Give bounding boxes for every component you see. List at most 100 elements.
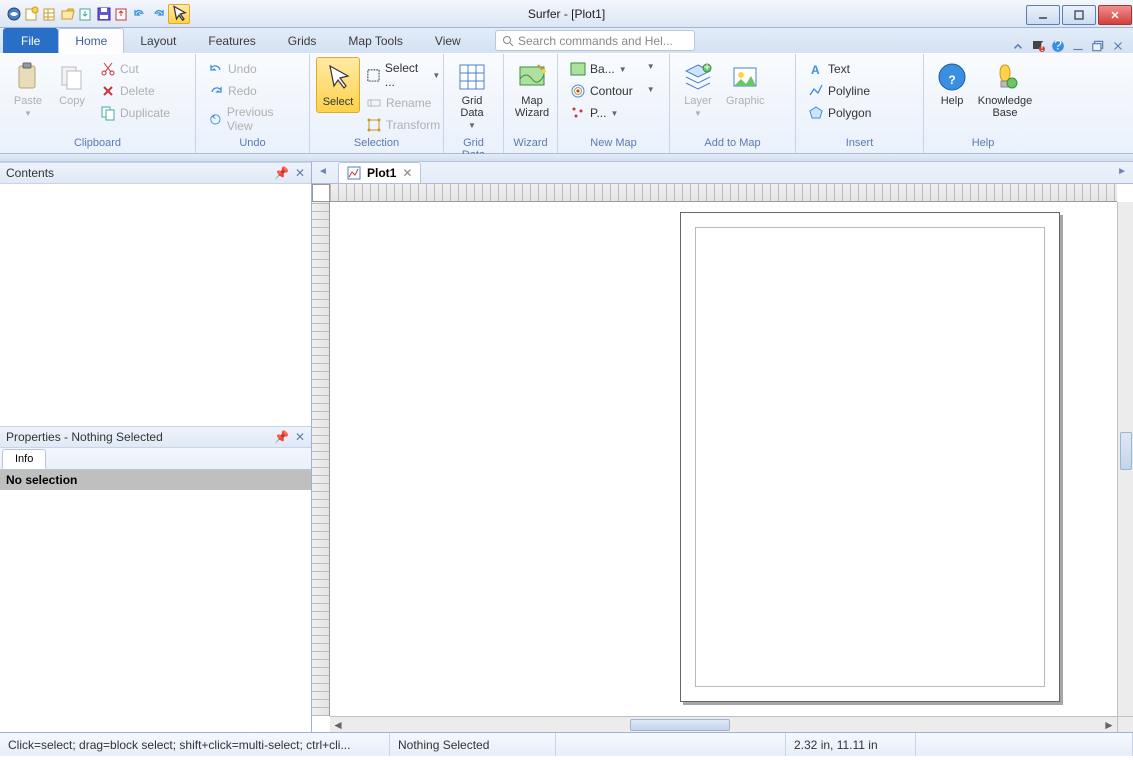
post-button[interactable]: P... ▼ <box>566 103 637 123</box>
vertical-ruler <box>312 202 330 716</box>
svg-text:!: ! <box>1040 40 1043 54</box>
search-input[interactable]: Search commands and Hel... <box>495 30 695 51</box>
window-controls <box>1024 3 1133 25</box>
contents-title: Contents <box>6 166 54 180</box>
tab-nav-left-icon[interactable]: ◄ <box>318 166 328 177</box>
help-button[interactable]: ? Help <box>930 57 974 111</box>
minimize-button[interactable] <box>1026 5 1060 25</box>
plot-canvas[interactable] <box>330 202 1117 716</box>
knowledge-base-button[interactable]: Knowledge Base <box>974 57 1036 123</box>
select-tool-icon[interactable] <box>168 4 190 24</box>
previous-view-button[interactable]: Previous View <box>204 103 301 135</box>
mdi-restore-icon[interactable] <box>1091 39 1105 53</box>
tab-grids[interactable]: Grids <box>272 28 333 53</box>
collapse-ribbon-icon[interactable] <box>1011 39 1025 53</box>
status-end <box>916 733 1133 756</box>
redo-arrow-icon <box>208 83 224 99</box>
help-big-icon: ? <box>936 61 968 93</box>
import-icon[interactable] <box>78 6 94 22</box>
new-worksheet-icon[interactable] <box>42 6 58 22</box>
transform-icon <box>366 117 382 133</box>
close-panel-icon[interactable]: ✕ <box>295 430 305 444</box>
map-wizard-icon <box>516 61 548 93</box>
close-panel-icon[interactable]: ✕ <box>295 166 305 180</box>
undo-button[interactable]: Undo <box>204 59 301 79</box>
polygon-button[interactable]: Polygon <box>804 103 875 123</box>
properties-title: Properties - Nothing Selected <box>6 430 163 444</box>
export-icon[interactable] <box>114 6 130 22</box>
group-label-add-to-map: Add to Map <box>676 137 789 153</box>
text-icon: A <box>808 61 824 77</box>
status-hint: Click=select; drag=block select; shift+c… <box>0 733 390 756</box>
mdi-close-icon[interactable] <box>1111 39 1125 53</box>
polyline-button[interactable]: Polyline <box>804 81 875 101</box>
notifications-icon[interactable]: ! <box>1031 39 1045 53</box>
quick-access-toolbar <box>0 4 190 24</box>
hscroll-left-icon[interactable]: ◄ <box>331 718 345 732</box>
redo-icon[interactable] <box>150 6 166 22</box>
document-tab-plot1[interactable]: Plot1 ✕ <box>338 162 421 183</box>
group-label-undo: Undo <box>202 137 303 153</box>
properties-header: Properties - Nothing Selected 📌 ✕ <box>0 426 311 448</box>
vertical-scrollbar[interactable] <box>1117 202 1133 716</box>
properties-body[interactable] <box>0 490 311 732</box>
mdi-minimize-icon[interactable] <box>1071 39 1085 53</box>
window-title: Surfer - [Plot1] <box>528 7 605 21</box>
horizontal-scrollbar[interactable]: ◄ ► <box>330 716 1117 732</box>
main-area: Contents 📌 ✕ Properties - Nothing Selecte… <box>0 162 1133 732</box>
new-plot-icon[interactable] <box>24 6 40 22</box>
graphic-button[interactable]: Graphic <box>720 57 771 111</box>
document-tabs: ◄ Plot1 ✕ ► <box>312 162 1133 184</box>
contour-button[interactable]: Contour <box>566 81 637 101</box>
duplicate-button[interactable]: Duplicate <box>96 103 174 123</box>
transform-button[interactable]: Transform <box>362 115 444 135</box>
delete-button[interactable]: Delete <box>96 81 174 101</box>
base-map-icon <box>570 61 586 77</box>
map-wizard-button[interactable]: Map Wizard <box>510 57 554 123</box>
select-all-icon <box>366 67 381 83</box>
redo-button[interactable]: Redo <box>204 81 301 101</box>
base-map-button[interactable]: Ba... ▼ <box>566 59 637 79</box>
tab-layout[interactable]: Layout <box>124 28 192 53</box>
tab-home[interactable]: Home <box>58 28 124 53</box>
duplicate-icon <box>100 105 116 121</box>
rename-button[interactable]: Rename <box>362 93 444 113</box>
pin-icon[interactable]: 📌 <box>274 166 289 180</box>
status-coords: 2.32 in, 11.11 in <box>786 733 916 756</box>
document-tab-close-icon[interactable]: ✕ <box>402 166 412 180</box>
cut-button[interactable]: Cut <box>96 59 174 79</box>
select-all-button[interactable]: Select ... ▼ <box>362 59 444 91</box>
help-icon[interactable]: ? <box>1051 39 1065 53</box>
close-button[interactable] <box>1098 5 1132 25</box>
grid-data-icon <box>456 61 488 93</box>
layer-icon: + <box>682 61 714 93</box>
horizontal-ruler <box>330 184 1117 202</box>
property-tabs: Info <box>0 448 311 470</box>
paste-button[interactable]: Paste▼ <box>6 57 50 122</box>
select-cursor-icon <box>322 62 354 94</box>
group-undo: Undo Redo Previous View Undo <box>196 54 310 153</box>
text-button[interactable]: AText <box>804 59 875 79</box>
tab-map-tools[interactable]: Map Tools <box>332 28 418 53</box>
maximize-button[interactable] <box>1062 5 1096 25</box>
hscroll-right-icon[interactable]: ► <box>1102 718 1116 732</box>
undo-icon[interactable] <box>132 6 148 22</box>
group-wizard: Map Wizard Wizard <box>504 54 558 153</box>
info-tab[interactable]: Info <box>2 449 46 469</box>
scroll-corner <box>1117 716 1133 732</box>
hscroll-thumb[interactable] <box>630 719 730 731</box>
copy-button[interactable]: Copy <box>50 57 94 111</box>
file-tab[interactable]: File <box>3 28 58 53</box>
open-icon[interactable] <box>60 6 76 22</box>
save-icon[interactable] <box>96 6 112 22</box>
select-button[interactable]: Select <box>316 57 360 113</box>
contents-body[interactable] <box>0 184 311 426</box>
group-new-map: Ba... ▼ Contour P... ▼ ▼ ▼ New Map <box>558 54 670 153</box>
tab-features[interactable]: Features <box>192 28 271 53</box>
pin-icon[interactable]: 📌 <box>274 430 289 444</box>
vscroll-thumb[interactable] <box>1120 432 1132 470</box>
tab-nav-right-icon[interactable]: ► <box>1117 166 1127 177</box>
layer-button[interactable]: + Layer▼ <box>676 57 720 122</box>
tab-view[interactable]: View <box>419 28 477 53</box>
grid-data-button[interactable]: Grid Data▼ <box>450 57 494 134</box>
